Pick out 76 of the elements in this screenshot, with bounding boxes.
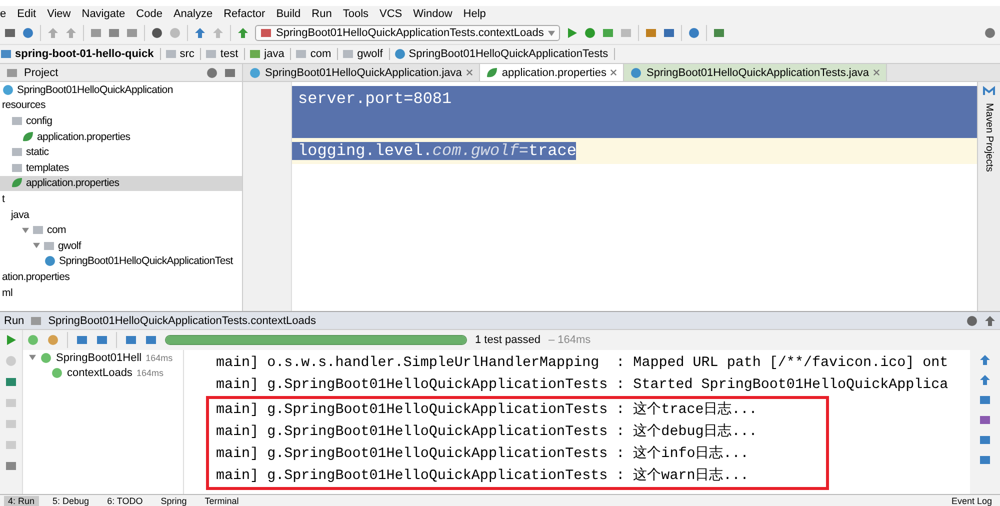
run-config-dropdown[interactable]: SpringBoot01HelloQuickApplicationTests.contextLoads <box>255 25 560 41</box>
expanded-arrow-icon[interactable] <box>22 226 29 234</box>
menu-item[interactable]: Code <box>136 8 162 20</box>
run-icon[interactable] <box>566 27 578 39</box>
tree-item[interactable]: ation.properties <box>0 269 242 285</box>
tree-item[interactable]: resources <box>0 98 242 114</box>
up-arrow-icon[interactable] <box>979 354 991 366</box>
tree-item[interactable]: templates <box>0 160 242 176</box>
tree-item[interactable]: t <box>0 191 242 207</box>
console-line: main] g.SpringBoot01HelloQuickApplicationTests : Started SpringBoot01HelloQuickApplica <box>216 376 950 395</box>
tool-window-tab[interactable]: Spring <box>156 496 191 506</box>
code-token: com.gwolf= <box>432 142 528 160</box>
menu-item[interactable]: Refactor <box>224 8 266 20</box>
expanded-arrow-icon[interactable] <box>29 354 36 361</box>
menu-item[interactable]: VCS <box>380 8 402 20</box>
breadcrumb[interactable]: spring-boot-01-hello-quick <box>0 48 161 60</box>
leaf-icon <box>486 66 498 78</box>
console-line: main] g.SpringBoot01HelloQuickApplicationTests : 这个warn日志... <box>216 466 750 486</box>
code-token: server.port=8081 <box>298 90 452 108</box>
tree-item[interactable]: ml <box>0 284 242 300</box>
leaf-icon <box>11 177 23 190</box>
code-token: logging.level. <box>298 142 432 160</box>
close-icon[interactable] <box>873 69 880 76</box>
side-tab[interactable]: Maven Projects <box>984 103 994 172</box>
menu-item[interactable]: Navigate <box>82 8 126 20</box>
breadcrumb[interactable]: test <box>205 48 246 60</box>
console-line: main] g.SpringBoot01HelloQuickApplicationTests : 这个info日志... <box>216 444 750 464</box>
tree-item[interactable]: application.properties <box>0 176 242 192</box>
expanded-arrow-icon[interactable] <box>33 242 40 250</box>
tree-item[interactable]: SpringBoot01HelloQuickApplicationTest <box>0 254 242 270</box>
console-line: main] g.SpringBoot01HelloQuickApplicationTests : 这个trace日志... <box>216 400 758 420</box>
close-icon[interactable] <box>466 69 473 76</box>
tree-item[interactable]: java <box>0 206 242 222</box>
test-item[interactable]: SpringBoot01Hell 164ms <box>23 350 183 365</box>
breadcrumb[interactable]: src <box>164 48 202 60</box>
tree-item[interactable]: config <box>0 113 242 129</box>
tree-item[interactable]: com <box>0 222 242 238</box>
editor-tab[interactable]: application.properties <box>480 64 624 81</box>
tree-item[interactable]: SpringBoot01HelloQuickApplication <box>0 82 242 98</box>
menu-item[interactable]: View <box>47 8 71 20</box>
menu-item[interactable]: Tools <box>342 8 369 20</box>
panel-title[interactable]: Project <box>24 66 58 78</box>
tree-item[interactable]: gwolf <box>0 238 242 254</box>
close-icon[interactable] <box>610 69 618 76</box>
tool-window-tab[interactable]: Terminal <box>200 496 243 506</box>
menu-item[interactable]: Help <box>463 8 486 20</box>
menu-item[interactable]: e <box>0 8 6 20</box>
test-item[interactable]: contextLoads 164ms <box>23 365 183 380</box>
panel-title: Run <box>4 314 24 326</box>
breadcrumb[interactable]: SpringBoot01HelloQuickApplicationTests <box>394 48 616 60</box>
tool-window-tab[interactable]: 5: Debug <box>48 496 94 506</box>
test-status: 1 test passed <box>475 334 540 346</box>
breadcrumb[interactable]: gwolf <box>342 48 390 60</box>
run-config-title: SpringBoot01HelloQuickApplicationTests.contextLoads <box>48 314 316 326</box>
rerun-icon[interactable] <box>5 334 17 346</box>
breadcrumb[interactable]: com <box>295 48 338 60</box>
tool-window-tab[interactable]: 6: TODO <box>103 496 147 506</box>
code-token: trace <box>528 142 576 160</box>
menu-item[interactable]: Run <box>312 8 332 20</box>
tool-window-tab[interactable]: 4: Run <box>4 496 39 506</box>
tree-item[interactable]: static <box>0 144 242 160</box>
editor-tab[interactable]: SpringBoot01HelloQuickApplicationTests.java <box>624 64 888 81</box>
tree-item[interactable]: application.properties <box>0 128 242 144</box>
breadcrumb[interactable]: java <box>249 48 292 60</box>
test-time: 164ms <box>146 352 173 362</box>
test-time: 164ms <box>136 368 164 378</box>
menu-item[interactable]: Edit <box>17 8 36 20</box>
menu-item[interactable]: Analyze <box>173 8 213 20</box>
menu-item[interactable]: Build <box>276 8 301 20</box>
caret-icon[interactable] <box>548 30 555 36</box>
event-log-tab[interactable]: Event Log <box>947 496 996 506</box>
menu-item[interactable]: Window <box>413 8 452 20</box>
console-line: main] o.s.w.s.handler.SimpleUrlHandlerMapping : Mapped URL path [/**/favicon.ico] ont <box>216 354 950 373</box>
leaf-icon <box>22 130 34 143</box>
test-duration: – 164ms <box>548 334 591 346</box>
console-line: main] g.SpringBoot01HelloQuickApplicationTests : 这个debug日志... <box>216 422 758 442</box>
